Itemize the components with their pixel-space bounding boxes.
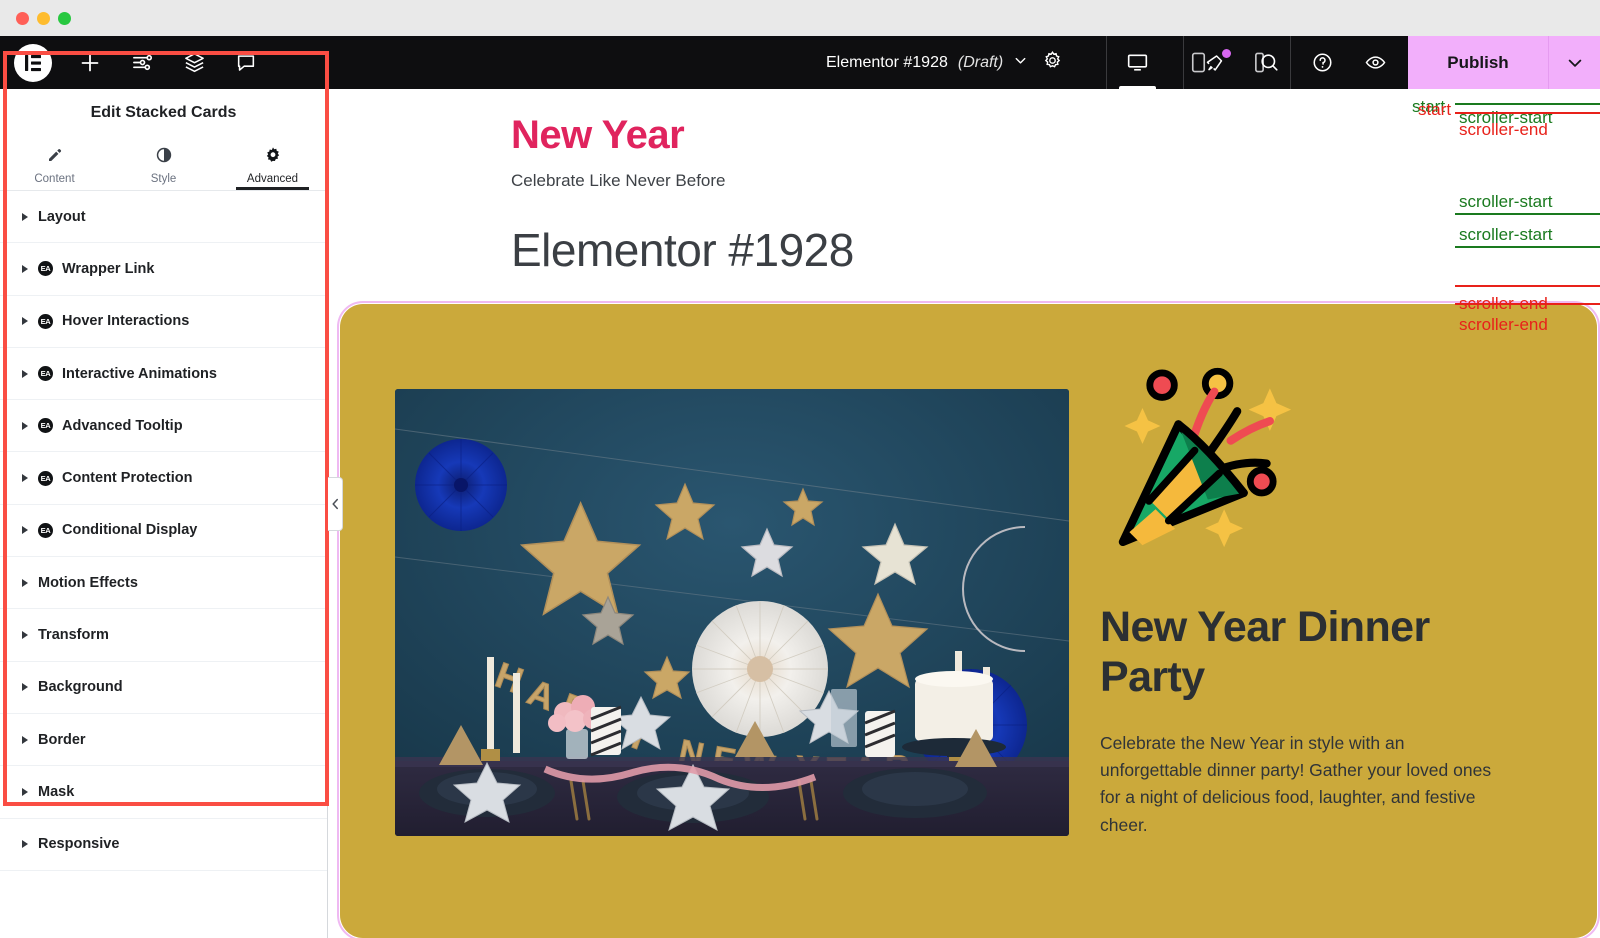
section-label: Interactive Animations [62,365,217,382]
section-transform[interactable]: Transform [0,609,327,662]
ea-badge-icon: EA [38,418,53,434]
card-body-text: Celebrate the New Year in style with an … [1100,732,1492,835]
panel-title: Edit Stacked Cards [90,103,237,121]
tab-advanced-label: Advanced [246,172,299,185]
chevron-right-icon [22,421,28,430]
section-background[interactable]: Background [0,662,327,714]
card-content: New Year Dinner Party Celebrate the New … [1100,359,1540,839]
document-title-group[interactable]: Elementor #1928 (Draft) [826,53,1028,73]
section-conditional-display[interactable]: EA Conditional Display [0,505,327,558]
section-label: Layout [38,208,86,225]
section-label: Advanced Tooltip [62,417,183,434]
chevron-right-icon [22,212,28,221]
section-label: Wrapper Link [62,260,155,277]
window-close-button[interactable] [16,11,29,25]
notification-dot [1222,49,1231,58]
card-heading: New Year Dinner Party [1100,603,1430,701]
section-label: Border [38,731,86,748]
chevron-right-icon [22,578,28,587]
tab-style-label: Style [150,172,177,185]
stacked-card[interactable]: H A P P Y N E W Y E A R [340,304,1597,938]
tab-content[interactable]: Content [0,136,109,190]
section-wrapper-link[interactable]: EA Wrapper Link [0,243,327,296]
tab-advanced[interactable]: Advanced [218,136,327,190]
ea-badge-icon: EA [38,261,53,277]
chevron-right-icon [22,317,28,326]
section-hover-interactions[interactable]: EA Hover Interactions [0,296,327,348]
section-label: Motion Effects [38,574,138,591]
topbar-right-group: Publish [1183,36,1600,89]
section-interactive-animations[interactable]: EA Interactive Animations [0,348,327,401]
hero-subtitle: Celebrate Like Never Before [511,171,726,190]
structure-layers-icon[interactable] [170,36,218,89]
contrast-circle-icon [155,146,173,169]
window-minimize-button[interactable] [37,11,50,25]
chevron-right-icon [22,735,28,744]
chevron-right-icon [22,683,28,692]
tab-style[interactable]: Style [109,136,218,190]
elementor-top-bar: Elementor #1928 (Draft) Publish [0,36,1600,89]
chevron-right-icon [22,840,28,849]
whats-new-megaphone-icon[interactable] [1190,36,1243,89]
panel-collapse-button[interactable] [328,477,343,531]
search-icon[interactable] [1243,36,1296,89]
device-desktop-button[interactable] [1107,36,1168,89]
section-mask[interactable]: Mask [0,766,327,819]
preview-eye-icon[interactable] [1349,36,1402,89]
hero-block: New Year Celebrate Like Never Before Ele… [329,89,1600,277]
publish-button[interactable]: Publish [1408,36,1548,89]
hero-title: Elementor #1928 [511,224,854,276]
ea-badge-icon: EA [38,470,53,486]
card-image: H A P P Y N E W Y E A R [395,389,1069,836]
section-label: Mask [38,783,75,800]
section-layout[interactable]: Layout [0,191,327,244]
editor-panel: Edit Stacked Cards Content Style Advance… [0,89,328,938]
party-popper-icon [1118,367,1292,548]
publish-options-chevron-down-icon[interactable] [1548,36,1600,89]
section-advanced-tooltip[interactable]: EA Advanced Tooltip [0,400,327,453]
document-state: (Draft) [957,53,1004,71]
chevron-right-icon [22,631,28,640]
ea-badge-icon: EA [38,522,53,538]
hero-eyebrow: New Year [511,113,685,157]
elementor-logo-icon[interactable] [14,43,52,82]
section-label: Background [38,679,123,696]
panel-tabs: Content Style Advanced [0,136,327,191]
site-settings-icon[interactable] [118,36,166,89]
topbar-utility-icons [1183,36,1408,89]
editor-canvas: New Year Celebrate Like Never Before Ele… [329,89,1600,938]
topbar-left-group [0,36,270,89]
document-title: Elementor #1928 [826,53,948,71]
pencil-icon [46,146,64,169]
mac-window-chrome [0,0,1600,36]
comments-icon[interactable] [222,36,270,89]
add-element-icon[interactable] [66,36,114,89]
gear-icon[interactable] [1042,50,1063,76]
stacked-card-widget[interactable]: H A P P Y N E W Y E A R [337,301,1600,938]
section-label: Transform [38,627,109,644]
chevron-right-icon [22,369,28,378]
chevron-down-icon[interactable] [1013,53,1028,73]
section-content-protection[interactable]: EA Content Protection [0,452,327,505]
help-icon[interactable] [1296,36,1349,89]
section-responsive[interactable]: Responsive [0,819,327,871]
section-border[interactable]: Border [0,714,327,767]
ea-badge-icon: EA [38,313,53,329]
ea-badge-icon: EA [38,366,53,382]
chevron-right-icon [22,787,28,796]
chevron-right-icon [22,526,28,535]
section-label: Hover Interactions [62,313,190,330]
section-label: Conditional Display [62,522,198,539]
section-motion-effects[interactable]: Motion Effects [0,557,327,610]
chevron-right-icon [22,474,28,483]
gear-icon [264,146,282,169]
window-maximize-button[interactable] [58,11,71,25]
tab-content-label: Content [34,172,75,185]
section-label: Content Protection [62,470,193,487]
panel-section-list: Layout EA Wrapper Link EA Hover Interact… [0,191,327,938]
chevron-right-icon [22,264,28,273]
section-label: Responsive [38,836,120,853]
